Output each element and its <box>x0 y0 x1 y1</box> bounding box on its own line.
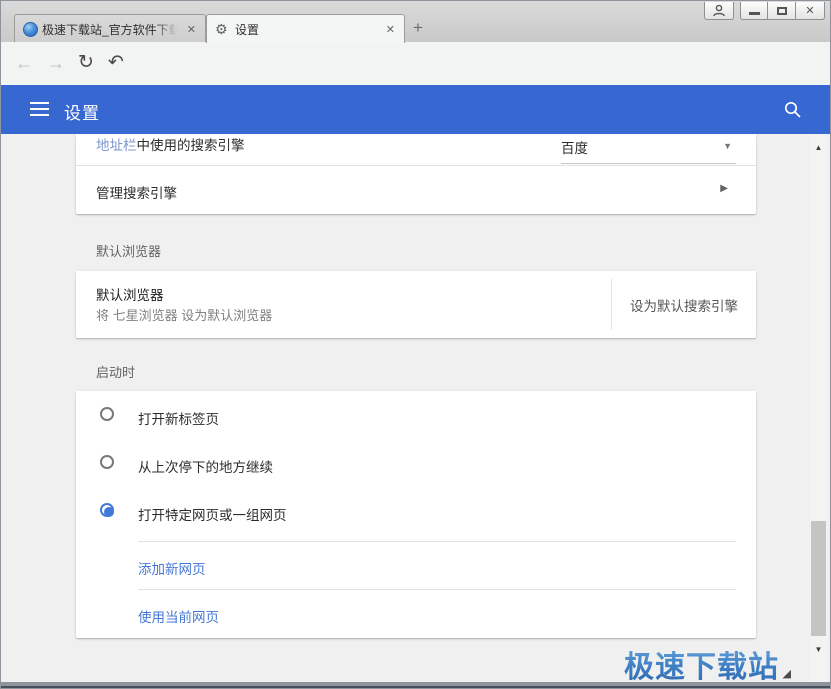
settings-content: 地址栏中使用的搜索引擎 百度 ▼ 管理搜索引擎 ▶ 默认浏览器 默认浏览器 将 … <box>1 134 809 684</box>
watermark-arrow-icon: ◢ <box>782 668 791 680</box>
use-current-pages-link[interactable]: 使用当前网页 <box>76 589 756 637</box>
minimize-button[interactable] <box>740 2 768 20</box>
settings-header: 设置 <box>1 85 830 134</box>
window-bottom-border <box>1 682 830 688</box>
gear-favicon-icon: ⚙ <box>215 20 228 37</box>
manage-search-engines-row[interactable]: 管理搜索引擎 ▶ <box>76 165 756 213</box>
refresh-icon[interactable]: ↻ <box>78 51 94 75</box>
browser-window: 极速下载站_官方软件下载 ✕ ⚙ 设置 ✕ + ✕ ← → ↻ ↶ 设置 地址栏… <box>0 0 831 689</box>
close-button[interactable]: ✕ <box>796 2 825 20</box>
globe-favicon-icon <box>23 21 38 37</box>
close-icon: ✕ <box>805 5 815 17</box>
maximize-icon <box>776 6 787 15</box>
search-engine-card: 地址栏中使用的搜索引擎 百度 ▼ 管理搜索引擎 ▶ <box>76 134 756 214</box>
default-browser-title: 默认浏览器 <box>96 288 164 303</box>
minimize-icon <box>748 12 760 15</box>
tab-close-icon[interactable]: ✕ <box>383 22 398 37</box>
person-icon <box>713 4 725 17</box>
default-search-engine-row: 地址栏中使用的搜索引擎 百度 ▼ <box>76 134 756 165</box>
row-label: 地址栏中使用的搜索引擎 <box>96 138 245 153</box>
dropdown-arrow-icon: ▼ <box>723 141 732 151</box>
default-browser-subtitle: 将 七星浏览器 设为默认浏览器 <box>96 308 273 323</box>
startup-card: 打开新标签页 从上次停下的地方继续 打开特定网页或一组网页 添加新网页 使用当前… <box>76 391 756 638</box>
scroll-down-icon[interactable]: ▼ <box>810 639 827 659</box>
radio-icon[interactable] <box>100 503 114 517</box>
search-engine-select[interactable]: 百度 ▼ <box>561 135 736 164</box>
radio-icon[interactable] <box>100 407 114 421</box>
toolbar: ← → ↻ ↶ 七星浏览器 | chrome://settings ☆ ▾ <box>1 42 830 118</box>
scroll-up-icon[interactable]: ▲ <box>810 137 827 157</box>
titlebar[interactable]: 极速下载站_官方软件下载 ✕ ⚙ 设置 ✕ + ✕ <box>1 1 830 43</box>
add-new-page-link[interactable]: 添加新网页 <box>76 541 756 589</box>
tab-title: 设置 <box>235 22 260 37</box>
settings-search-icon[interactable] <box>784 101 801 118</box>
maximize-button[interactable] <box>768 2 796 20</box>
tab-download-site[interactable]: 极速下载站_官方软件下载 ✕ <box>14 14 206 43</box>
default-browser-card: 默认浏览器 将 七星浏览器 设为默认浏览器 设为默认搜索引擎 <box>76 271 756 338</box>
radio-row-new-tab[interactable]: 打开新标签页 <box>76 391 756 439</box>
scrollbar[interactable]: ▲ ▼ <box>810 134 827 684</box>
section-label-startup: 启动时 <box>96 365 136 380</box>
scrollbar-thumb[interactable] <box>811 521 826 636</box>
new-tab-button[interactable]: + <box>413 18 423 38</box>
chevron-right-icon: ▶ <box>720 183 728 194</box>
undo-icon[interactable]: ↶ <box>108 51 124 75</box>
account-button[interactable] <box>704 2 734 20</box>
watermark-logo: 极速下载站 <box>1 642 779 686</box>
radio-icon[interactable] <box>100 455 114 469</box>
tab-settings[interactable]: ⚙ 设置 ✕ <box>206 14 405 43</box>
hamburger-menu-icon[interactable] <box>30 102 49 120</box>
tab-title: 极速下载站_官方软件下载 <box>42 22 180 37</box>
settings-title: 设置 <box>64 104 100 123</box>
forward-icon[interactable]: → <box>47 51 65 75</box>
set-default-button[interactable]: 设为默认搜索引擎 <box>612 271 756 338</box>
tab-close-icon[interactable]: ✕ <box>184 22 199 37</box>
back-icon[interactable]: ← <box>15 51 33 75</box>
radio-row-specific-pages[interactable]: 打开特定网页或一组网页 <box>76 487 756 535</box>
radio-row-continue[interactable]: 从上次停下的地方继续 <box>76 439 756 487</box>
section-label-default-browser: 默认浏览器 <box>96 244 162 259</box>
